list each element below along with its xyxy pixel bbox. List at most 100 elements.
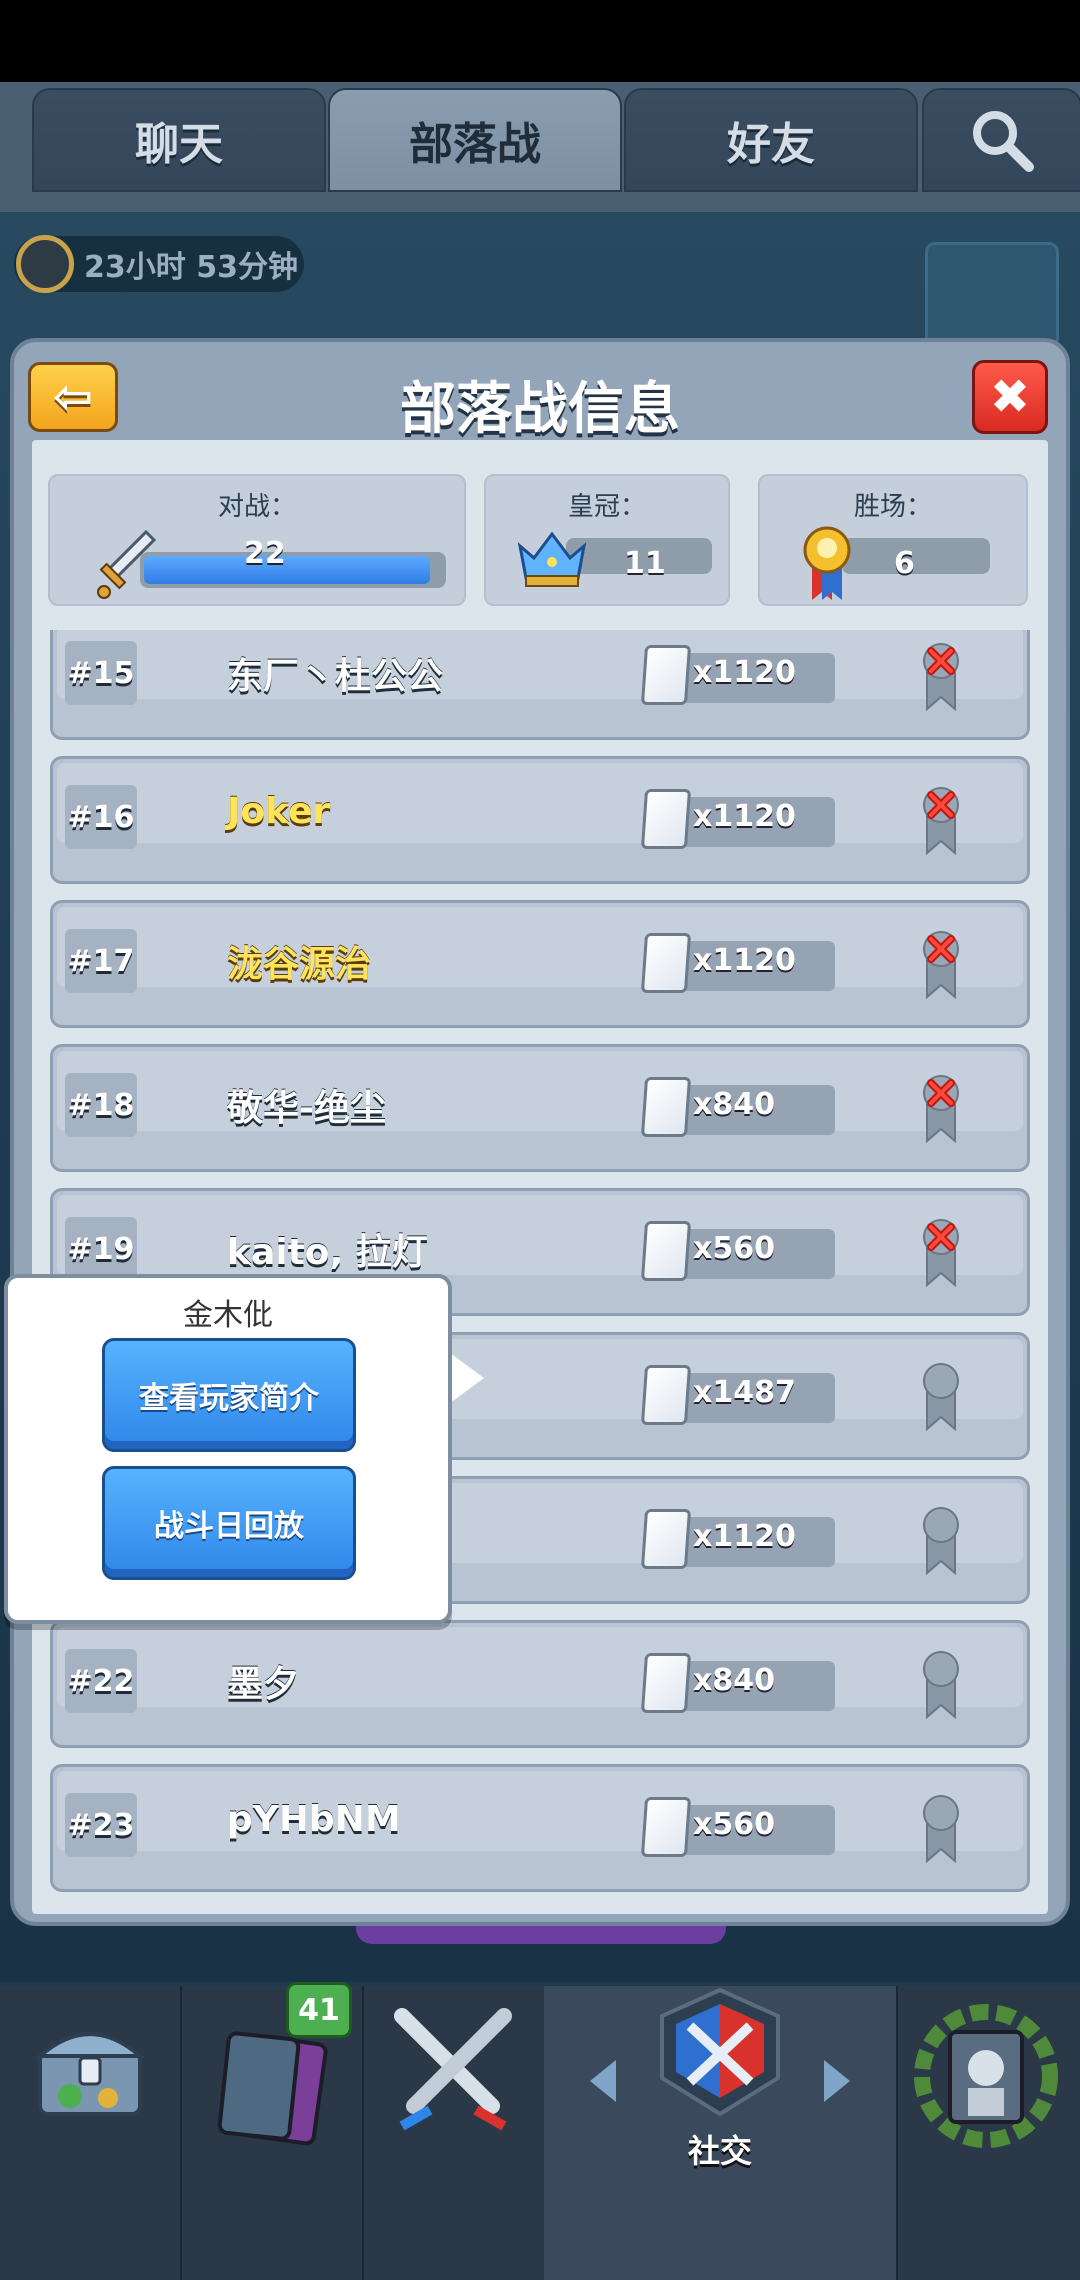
battle-pending-ribbon-icon — [921, 1793, 961, 1864]
top-tab-bar: 聊天 部落战 好友 — [0, 82, 1080, 212]
member-row-highlight — [57, 1051, 1023, 1131]
member-row-highlight — [57, 763, 1023, 843]
wins-bar — [842, 538, 990, 574]
card-icon — [640, 933, 692, 993]
status-bar — [0, 0, 1080, 82]
close-x-icon: ✖ — [989, 369, 1031, 425]
wins-label: 胜场： — [853, 492, 932, 522]
chevron-left-icon — [590, 2060, 616, 2102]
nav-battle[interactable] — [362, 1986, 546, 2280]
cards-count: x840 — [693, 1087, 775, 1122]
battle-pending-ribbon-icon — [921, 1649, 961, 1720]
battles-progress-fill — [144, 556, 431, 584]
card-icon — [640, 1221, 692, 1281]
cards-count: x1120 — [693, 799, 796, 834]
battle-pending-ribbon-icon — [921, 1361, 961, 1432]
search-button[interactable] — [922, 88, 1080, 192]
card-icon — [640, 1653, 692, 1713]
member-rank: #18 — [65, 1073, 137, 1137]
card-icon — [640, 645, 692, 705]
battle-lost-ribbon-icon — [921, 1073, 961, 1144]
battle-pending-ribbon-icon — [921, 1505, 961, 1576]
member-row[interactable]: #18 敬华-绝尘 x840 — [50, 1044, 1030, 1172]
cards-count: x1487 — [693, 1375, 796, 1410]
member-row[interactable]: #22 墨夕 x840 — [50, 1620, 1030, 1748]
member-name: 墨夕 — [227, 1664, 300, 1705]
cards-count: x560 — [693, 1231, 775, 1266]
wins-value: 6 — [894, 546, 915, 581]
chest-icon — [34, 2032, 146, 2116]
popup-player-name: 金木仳 — [183, 1298, 273, 1333]
member-row[interactable]: #16 Joker x1120 — [50, 756, 1030, 884]
member-rank: #17 — [65, 929, 137, 993]
clan-shield-icon — [660, 1987, 780, 2117]
member-name: 泷谷源治 — [227, 944, 372, 985]
medal-icon — [803, 526, 851, 600]
tab-chat[interactable]: 聊天 — [32, 88, 326, 192]
player-action-popup: 金木仳 查看玩家简介 战斗日回放 — [4, 1274, 452, 1624]
nav-events[interactable] — [896, 1986, 1080, 2280]
timer-text: 23小时 53分钟 — [84, 250, 298, 285]
member-row-highlight — [57, 1195, 1023, 1275]
member-name: 敬华-绝尘 — [227, 1088, 386, 1129]
battle-lost-ribbon-icon — [921, 641, 961, 712]
battle-lost-ribbon-icon — [921, 929, 961, 1000]
member-row-highlight — [57, 907, 1023, 987]
member-row-highlight — [57, 630, 1023, 699]
new-cards-badge: 41 — [286, 1982, 352, 2038]
war-timer: 23小时 53分钟 — [14, 235, 304, 293]
member-row[interactable]: #23 pYHbNM x560 — [50, 1764, 1030, 1892]
battle-day-replay-button[interactable]: 战斗日回放 — [102, 1466, 356, 1580]
cards-icon — [217, 2031, 328, 2146]
member-list[interactable]: #15 东厂丶杜公公 x1120 #16 Joker x1120 #17 泷谷源治 x1120 #… — [32, 630, 1048, 1914]
member-row[interactable]: #15 东厂丶杜公公 x1120 — [50, 630, 1030, 740]
card-icon — [640, 1365, 692, 1425]
cards-count: x1120 — [693, 655, 796, 690]
wins-stat: 胜场： 6 — [758, 474, 1028, 606]
battles-stat: 对战： 22 — [48, 474, 466, 606]
close-button[interactable]: ✖ — [972, 360, 1048, 434]
card-icon — [640, 1797, 692, 1857]
battles-label: 对战： — [217, 492, 296, 522]
nav-shop[interactable] — [0, 1986, 182, 2280]
nav-social[interactable]: 社交 — [544, 1986, 898, 2280]
cards-count: x840 — [693, 1663, 775, 1698]
cards-count: x1120 — [693, 943, 796, 978]
chevron-right-icon — [824, 2060, 850, 2102]
card-icon — [640, 1509, 692, 1569]
search-icon — [973, 111, 1034, 172]
crowns-stat: 皇冠： 11 — [484, 474, 730, 606]
tab-clan-war[interactable]: 部落战 — [328, 88, 622, 192]
member-name: 东厂丶杜公公 — [227, 656, 444, 697]
nav-social-label: 社交 — [687, 2132, 752, 2170]
member-name: Joker — [227, 791, 331, 832]
battles-progress — [140, 552, 446, 588]
member-rank: #22 — [65, 1649, 137, 1713]
battle-lost-ribbon-icon — [921, 785, 961, 856]
card-icon — [640, 789, 692, 849]
member-name: pYHbNM — [227, 1799, 401, 1840]
cards-count: x560 — [693, 1807, 775, 1842]
member-row[interactable]: #17 泷谷源治 x1120 — [50, 900, 1030, 1028]
member-rank: #16 — [65, 785, 137, 849]
member-row-highlight — [57, 1627, 1023, 1707]
member-rank: #15 — [65, 641, 137, 705]
battles-value: 22 — [244, 536, 286, 571]
view-profile-button[interactable]: 查看玩家简介 — [102, 1338, 356, 1452]
clock-icon — [16, 235, 74, 293]
member-name: kaito, 拉灯 — [227, 1232, 428, 1273]
cards-count: x1120 — [693, 1519, 796, 1554]
laurel-portrait-icon — [914, 2004, 1058, 2148]
tab-friends[interactable]: 好友 — [624, 88, 918, 192]
crown-icon — [517, 531, 587, 587]
clan-avatar[interactable] — [925, 242, 1059, 348]
dialog-title: 部落战信息 — [400, 377, 680, 442]
card-icon — [640, 1077, 692, 1137]
member-row-highlight — [57, 1771, 1023, 1851]
member-rank: #23 — [65, 1793, 137, 1857]
crowns-value: 11 — [624, 546, 666, 581]
crowns-label: 皇冠： — [567, 492, 646, 522]
crossed-swords-icon — [394, 2008, 512, 2131]
bottom-navigation: 社交 — [0, 1986, 1080, 2280]
member-rank: #19 — [65, 1217, 137, 1281]
